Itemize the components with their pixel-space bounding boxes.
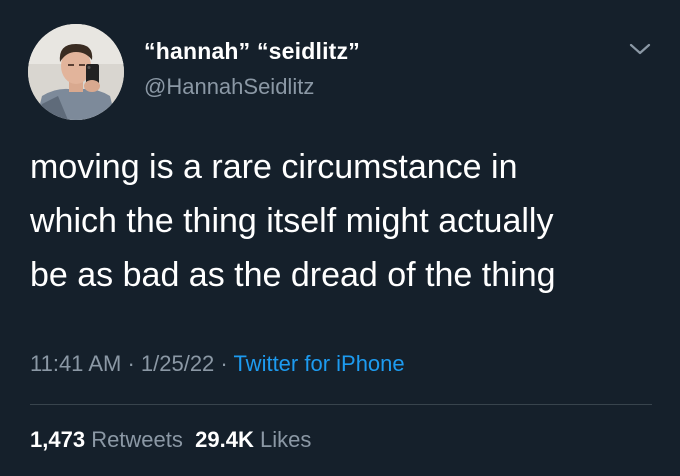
display-name[interactable]: “hannah” “seidlitz” — [144, 38, 360, 65]
profile-photo — [28, 24, 124, 120]
tweet-source-link[interactable]: Twitter for iPhone — [233, 351, 404, 376]
tweet-text: moving is a rare circumstance in which t… — [30, 140, 658, 302]
tweet-text-line: which the thing itself might actually — [30, 202, 554, 240]
tweet-date[interactable]: 1/25/22 — [141, 351, 214, 376]
tweet-card: “hannah” “seidlitz” @HannahSeidlitz movi… — [0, 0, 680, 476]
tweet-metadata: 11:41 AM · 1/25/22 · Twitter for iPhone — [30, 351, 405, 377]
chevron-down-icon[interactable] — [626, 38, 654, 60]
likes-label: Likes — [259, 427, 312, 452]
avatar[interactable] — [28, 24, 124, 120]
engagement-stats: 1,473 Retweets 29.4K Likes — [30, 427, 311, 453]
tweet-time[interactable]: 11:41 AM — [30, 351, 121, 376]
retweets-stat[interactable]: 1,473 Retweets — [30, 427, 183, 452]
meta-separator: · — [121, 351, 141, 376]
tweet-text-line: be as bad as the dread of the thing — [30, 256, 556, 294]
likes-count: 29.4K — [195, 427, 254, 452]
tweet-text-line: moving is a rare circumstance in — [30, 148, 518, 186]
likes-stat[interactable]: 29.4K Likes — [195, 427, 311, 452]
retweets-count: 1,473 — [30, 427, 86, 452]
user-handle[interactable]: @HannahSeidlitz — [144, 74, 314, 100]
retweets-label: Retweets — [91, 427, 183, 452]
divider — [30, 404, 652, 405]
meta-separator: · — [214, 351, 234, 376]
